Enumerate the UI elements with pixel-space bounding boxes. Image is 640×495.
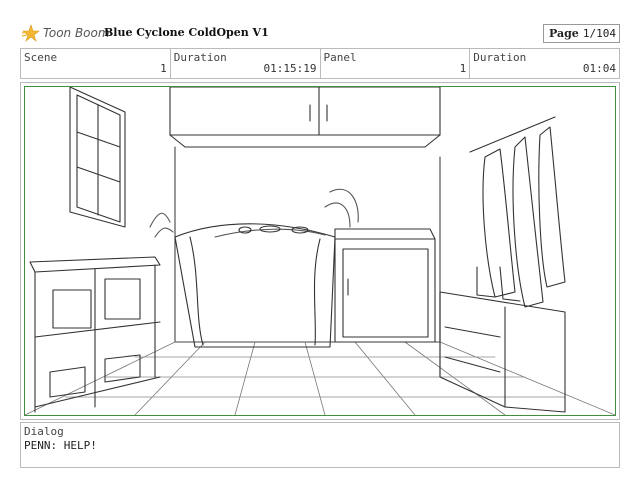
panel-cell: Panel 1: [321, 49, 471, 78]
scene-value: 1: [160, 62, 167, 75]
dialog-text: PENN: HELP!: [24, 439, 97, 452]
scene-cell: Scene 1: [21, 49, 171, 78]
page-header: Toon Boom Blue Cyclone ColdOpen V1 Page …: [20, 22, 620, 44]
panel-value: 1: [459, 62, 467, 75]
scene-duration-label: Duration: [173, 51, 227, 64]
panel-duration-label: Duration: [473, 51, 527, 64]
page-number: 1/104: [582, 27, 616, 40]
panel-label: Panel: [323, 51, 357, 64]
toon-boom-logo: Toon Boom: [22, 22, 110, 44]
scene-duration-value: 01:15:19: [263, 62, 317, 75]
scene-info-row: Scene 1 Duration 01:15:19 Panel 1 Durati…: [20, 48, 620, 79]
laundry-room-sketch: [25, 87, 615, 415]
toon-boom-star-icon: [22, 24, 40, 42]
panel-duration-value: 01:04: [582, 62, 616, 75]
storyboard-panel: [24, 86, 616, 416]
page-indicator: Page 1/104: [543, 24, 620, 43]
scene-label: Scene: [24, 51, 58, 64]
logo-text: Toon Boom: [43, 26, 110, 40]
project-title: Blue Cyclone ColdOpen V1: [104, 26, 269, 39]
panel-duration-cell: Duration 01:04: [470, 49, 619, 78]
scene-duration-cell: Duration 01:15:19: [171, 49, 321, 78]
page-label: Page: [549, 27, 579, 40]
dialog-label: Dialog: [24, 425, 64, 438]
dialog-box: Dialog PENN: HELP!: [20, 422, 620, 468]
